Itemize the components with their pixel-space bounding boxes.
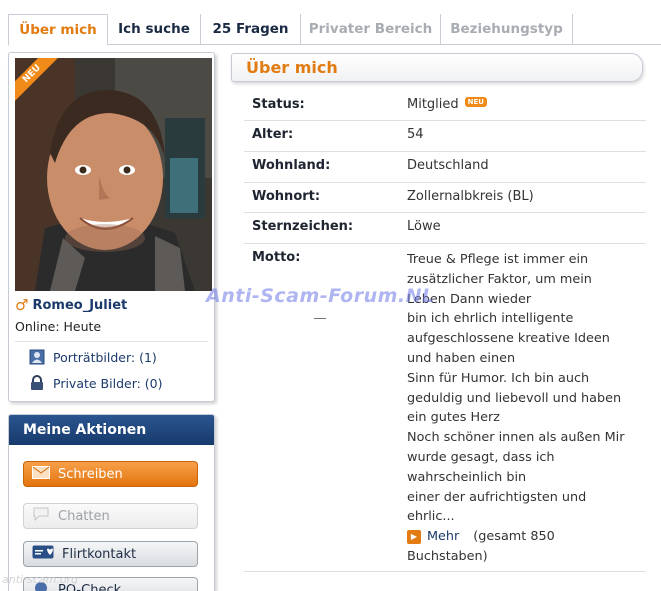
male-gender-icon: ♂ [15,296,29,314]
status-value: Mitglied NEU [407,97,487,112]
motto-line: Treue & Pflege ist immer ein [407,252,589,267]
lock-icon [29,375,45,391]
write-button[interactable]: Schreiben [23,461,198,487]
flirt-label: Flirtkontakt [62,546,137,562]
watermark: Anti-Scam-Forum.NL [206,285,435,307]
tab-privater-bereich[interactable]: Privater Bereich [301,14,441,45]
about-header: Über mich [231,53,643,82]
table-row-age: Alter: 54 [244,121,646,152]
motto-line: ein gutes Herz [407,410,500,426]
country-label: Wohnland: [252,158,331,173]
zodiac-value: Löwe [407,219,441,234]
username[interactable]: Romeo_Juliet [32,298,127,313]
motto-line: aufgeschlossene kreative Ideen [407,331,610,347]
more-total: (gesamt 850 [473,529,555,545]
motto-label: Motto: [252,250,301,265]
watermark-corner: anti-scam.org [2,573,79,586]
motto-line: und haben einen [407,350,516,366]
tab-beziehungstyp[interactable]: Beziehungstyp [441,14,573,45]
zodiac-label: Sternzeichen: [252,219,354,234]
motto-line: zusätzlicher Faktor, um mein [407,271,592,287]
motto-line: einer der aufrichtigsten und [407,489,587,505]
profile-photo[interactable]: NEU [15,58,212,291]
more-total-cont: Buchstaben) [407,548,488,564]
separator-dash [314,318,326,319]
status-label: Status: [252,97,305,112]
table-row-country: Wohnland: Deutschland [244,152,646,183]
write-label: Schreiben [58,466,123,482]
private-pictures-label: Private Bilder: (0) [53,375,163,391]
portrait-pictures-label: Porträtbilder: (1) [53,349,157,365]
motto-line: geduldig und liebevoll und haben [407,390,622,406]
about-title: Über mich [246,58,338,77]
city-label: Wohnort: [252,189,321,204]
new-badge: NEU [464,97,487,107]
motto-line: wahrscheinlich bin [407,469,527,485]
motto-text: Treue & Pflege ist immer ein zusätzliche… [407,250,642,567]
username-row: ♂ Romeo_Juliet [15,296,127,314]
about-table: Status: Mitglied NEU Alter: 54 Wohnland: … [244,91,646,572]
new-ribbon-label: NEU [15,58,61,104]
online-status: Online: Heute [15,319,102,334]
divider [15,341,208,342]
chat-label: Chatten [58,508,110,524]
more-row: ▶ Mehr (gesamt 850 [407,527,642,547]
age-value: 54 [407,127,424,142]
profile-card: NEU ♂ Romeo_Juliet Online: Heute Porträt… [8,52,215,402]
private-pictures-link[interactable]: Private Bilder: (0) [29,375,163,391]
heart-card-icon [32,545,54,563]
flirt-button[interactable]: Flirtkontakt [23,541,198,567]
chat-bubble-icon [32,507,50,525]
envelope-icon [32,465,50,483]
tab-ich-suche[interactable]: Ich suche [108,14,201,45]
chat-button[interactable]: Chatten [23,503,198,529]
actions-panel: Meine Aktionen Schreiben Chatten Flirtko… [8,414,215,591]
tab-25-fragen[interactable]: 25 Fragen [201,14,301,45]
motto-line: bin ich ehrlich intelligente [407,311,574,327]
table-row-zodiac: Sternzeichen: Löwe [244,213,646,244]
more-link[interactable]: Mehr [427,527,459,547]
profile-tabs: Über mich Ich suche 25 Fragen Privater B… [8,14,661,46]
age-label: Alter: [252,127,294,142]
table-row-status: Status: Mitglied NEU [244,91,646,121]
table-row-city: Wohnort: Zollernalbkreis (BL) [244,183,646,213]
tab-ueber-mich[interactable]: Über mich [8,14,108,46]
status-value-text: Mitglied [407,97,459,112]
actions-title: Meine Aktionen [9,415,214,445]
play-arrow-icon: ▶ [407,530,421,545]
motto-line: wurde gesagt, dass ich [407,449,555,465]
motto-line: Sinn für Humor. Ich bin auch [407,370,590,386]
country-value: Deutschland [407,158,489,173]
motto-line: ehrlic... [407,509,455,525]
new-ribbon: NEU [15,58,61,104]
city-value: Zollernalbkreis (BL) [407,189,534,204]
portrait-pictures-link[interactable]: Porträtbilder: (1) [29,349,157,365]
motto-line: Noch schöner innen als außen Mir [407,430,625,446]
motto-line: Leben Dann wieder [407,291,532,307]
portrait-icon [29,349,45,365]
